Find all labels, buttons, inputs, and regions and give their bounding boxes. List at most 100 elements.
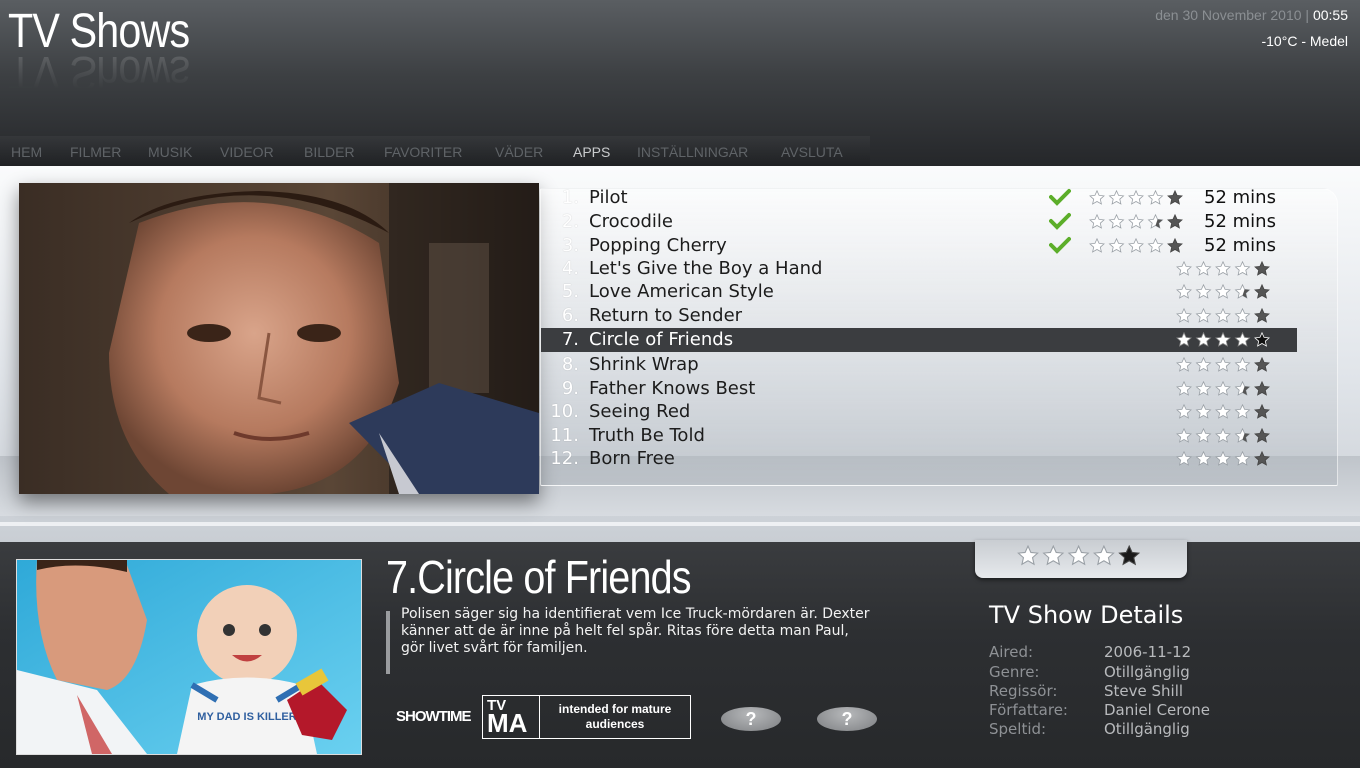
star-icon: [1234, 427, 1251, 443]
watched-check-icon: [1049, 237, 1071, 254]
star-icon: [1254, 450, 1270, 466]
star-icon: [1042, 545, 1065, 566]
episode-row[interactable]: 6. Return to Sender: [541, 304, 1297, 328]
star-icon: [1108, 237, 1125, 253]
star-icon: [1254, 331, 1270, 347]
episode-row[interactable]: 5. Love American Style: [541, 280, 1297, 304]
star-icon: [1067, 545, 1090, 566]
menu-item-avsluta[interactable]: AVSLUTA: [781, 144, 843, 160]
episode-row[interactable]: 1. Pilot 52 mins: [541, 186, 1297, 210]
episode-rating: [1176, 356, 1274, 378]
selected-episode-title: 7.Circle of Friends: [386, 551, 692, 603]
star-icon: [1147, 189, 1164, 205]
star-icon: [1234, 403, 1251, 419]
episode-title: Let's Give the Boy a Hand: [589, 258, 823, 279]
detail-label: Genre:: [989, 663, 1040, 681]
unknown-video-flag: ?: [721, 707, 781, 731]
watched-indicator: [1049, 212, 1071, 235]
star-icon: [1215, 283, 1231, 299]
episode-row[interactable]: 8. Shrink Wrap: [541, 353, 1297, 377]
episode-number: 9.: [561, 378, 579, 399]
episode-title: Born Free: [589, 448, 675, 469]
episode-rating: [1176, 380, 1274, 402]
menu-item-bilder[interactable]: BILDER: [304, 144, 355, 160]
episode-number: 4.: [561, 258, 579, 279]
menu-item-hem[interactable]: HEM: [11, 144, 42, 160]
episode-row[interactable]: 4. Let's Give the Boy a Hand: [541, 257, 1297, 281]
star-icon: [1128, 189, 1144, 205]
details-panel: MY DAD IS KILLER 7.Circle of Friends Pol…: [0, 540, 1360, 768]
episode-rating: [1089, 213, 1187, 235]
episode-row[interactable]: 12. Born Free: [541, 447, 1297, 471]
episode-title: Crocodile: [589, 211, 673, 232]
episode-rating-stars: [1176, 356, 1270, 372]
star-icon: [1195, 380, 1212, 396]
star-icon: [1176, 356, 1192, 372]
star-icon: [1089, 237, 1105, 253]
episode-row[interactable]: 3. Popping Cherry 52 mins: [541, 234, 1297, 258]
episode-row[interactable]: 7. Circle of Friends: [541, 328, 1297, 352]
menu-item-filmer[interactable]: FILMER: [70, 144, 121, 160]
detail-label: Författare:: [989, 701, 1068, 719]
star-icon: [1215, 380, 1231, 396]
episode-number: 11.: [550, 425, 579, 446]
episode-number: 2.: [561, 211, 579, 232]
detail-label: Regissör:: [989, 682, 1058, 700]
watched-check-icon: [1049, 213, 1071, 230]
star-icon: [1176, 331, 1192, 347]
detail-value: 2006-11-12: [1104, 643, 1192, 661]
menu-item-installningar[interactable]: INSTÄLLNINGAR: [637, 144, 748, 160]
star-icon: [1254, 356, 1270, 372]
star-icon: [1176, 260, 1192, 276]
star-icon: [1195, 260, 1212, 276]
episode-title: Seeing Red: [589, 401, 691, 422]
star-icon: [1234, 450, 1251, 466]
episode-row[interactable]: 2. Crocodile 52 mins: [541, 210, 1297, 234]
menu-item-videor[interactable]: VIDEOR: [220, 144, 274, 160]
episode-title: Love American Style: [589, 281, 774, 302]
star-icon: [1195, 427, 1212, 443]
star-icon: [1234, 260, 1251, 276]
star-icon: [1195, 356, 1212, 372]
episode-rating: [1089, 189, 1187, 211]
episode-rating-stars: [1176, 450, 1270, 466]
episode-rating-stars: [1089, 213, 1183, 229]
star-icon: [1254, 380, 1270, 396]
star-icon: [1089, 213, 1105, 229]
star-icon: [1234, 283, 1251, 299]
selected-rating-stars: [1017, 545, 1141, 566]
star-icon: [1128, 237, 1144, 253]
episode-poster: MY DAD IS KILLER: [16, 559, 362, 755]
star-icon: [1234, 307, 1251, 323]
content-rating-text: intended for mature audiences: [558, 702, 672, 731]
watched-indicator: [1049, 236, 1071, 259]
star-icon: [1017, 545, 1039, 566]
clock-label: 00:55: [1312, 7, 1348, 23]
star-icon: [1176, 450, 1192, 466]
star-icon: [1176, 307, 1192, 323]
episode-row[interactable]: 10. Seeing Red: [541, 400, 1297, 424]
episode-number: 12.: [550, 448, 579, 469]
menu-item-musik[interactable]: MUSIK: [148, 144, 192, 160]
episode-row[interactable]: 9. Father Knows Best: [541, 377, 1297, 401]
detail-row-writer: Författare: Daniel Cerone: [989, 701, 1289, 720]
star-icon: [1234, 356, 1251, 372]
episode-row[interactable]: 11. Truth Be Told: [541, 424, 1297, 448]
star-icon: [1195, 331, 1212, 347]
star-icon: [1215, 356, 1231, 372]
episode-runtime: 52 mins: [1204, 235, 1276, 256]
star-icon: [1195, 307, 1212, 323]
menu-item-favoriter[interactable]: FAVORITER: [384, 144, 462, 160]
episode-title: Father Knows Best: [589, 378, 756, 399]
episode-rating-stars: [1089, 189, 1183, 205]
menu-item-vader[interactable]: VÄDER: [495, 144, 543, 160]
episode-title: Shrink Wrap: [589, 354, 699, 375]
detail-row-genre: Genre: Otillgänglig: [989, 663, 1289, 682]
menu-item-apps[interactable]: APPS: [573, 144, 610, 160]
star-icon: [1092, 545, 1115, 566]
star-icon: [1195, 283, 1212, 299]
star-icon: [1234, 380, 1251, 396]
episode-number: 5.: [561, 281, 579, 302]
star-icon: [1215, 403, 1231, 419]
star-icon: [1108, 213, 1125, 229]
